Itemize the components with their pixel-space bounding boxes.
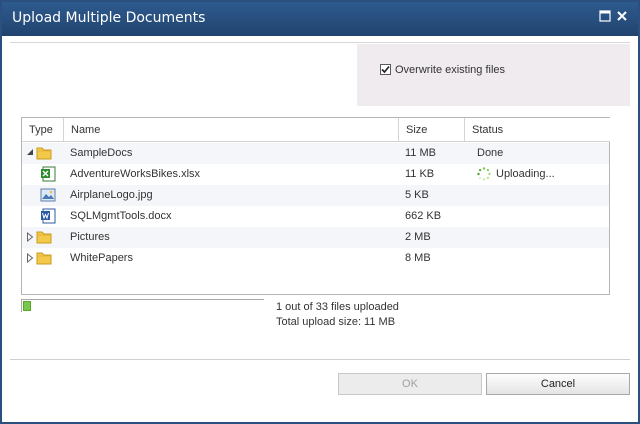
file-name[interactable]: SQLMgmtTools.docx [70,210,171,222]
column-header-name[interactable]: Name [64,118,399,142]
file-size: 11 MB [405,147,436,159]
file-status: Done [477,147,504,159]
file-size: 8 MB [405,252,431,264]
table-row[interactable]: SampleDocs 11 MB Done [22,143,609,164]
top-divider [10,42,630,43]
word-file-icon [41,208,56,224]
file-name[interactable]: AdventureWorksBikes.xlsx [70,168,200,180]
table-row[interactable]: SQLMgmtTools.docx 662 KB [22,206,609,227]
cancel-button[interactable]: Cancel [486,373,630,395]
overwrite-label[interactable]: Overwrite existing files [395,64,505,76]
table-row[interactable]: AdventureWorksBikes.xlsx 11 KB Uploading… [22,164,609,185]
file-name[interactable]: SampleDocs [70,147,132,159]
table-row[interactable]: Pictures 2 MB [22,227,609,248]
upload-file-table: Type Name Size Status SampleDocs 11 MB D… [21,117,610,295]
loading-spinner-icon [477,167,491,181]
bottom-divider [10,359,630,360]
table-row[interactable]: AirplaneLogo.jpg 5 KB [22,185,609,206]
excel-file-icon [41,166,56,182]
image-file-icon [40,188,56,202]
expanded-arrow-icon[interactable] [26,148,34,158]
overwrite-checkbox[interactable] [380,64,391,75]
collapsed-arrow-icon[interactable] [26,253,34,263]
file-name[interactable]: AirplaneLogo.jpg [70,189,153,201]
file-size: 11 KB [405,168,435,180]
table-row[interactable]: WhitePapers 8 MB [22,248,609,269]
maximize-icon[interactable] [599,10,613,24]
column-header-type[interactable]: Type [22,118,64,142]
upload-progress-bar [21,299,264,312]
folder-icon [36,147,52,160]
column-header-status[interactable]: Status [465,118,610,142]
file-size: 662 KB [405,210,442,222]
file-size: 5 KB [405,189,429,201]
collapsed-arrow-icon[interactable] [26,232,34,242]
total-size-text: Total upload size: 11 MB [276,316,396,328]
ok-button[interactable]: OK [338,373,482,395]
title-bar: Upload Multiple Documents [2,2,638,36]
dialog-title: Upload Multiple Documents [12,10,206,26]
close-icon[interactable] [616,10,630,24]
options-panel: Overwrite existing files [357,44,630,106]
folder-icon [36,252,52,265]
file-size: 2 MB [405,231,431,243]
column-header-size[interactable]: Size [399,118,465,142]
file-name[interactable]: Pictures [70,231,110,243]
file-name[interactable]: WhitePapers [70,252,133,264]
files-uploaded-text: 1 out of 33 files uploaded [276,301,399,313]
progress-fill [23,301,31,311]
file-status: Uploading... [496,168,555,180]
upload-dialog: Upload Multiple Documents Overwrite exis… [0,0,640,424]
folder-icon [36,231,52,244]
